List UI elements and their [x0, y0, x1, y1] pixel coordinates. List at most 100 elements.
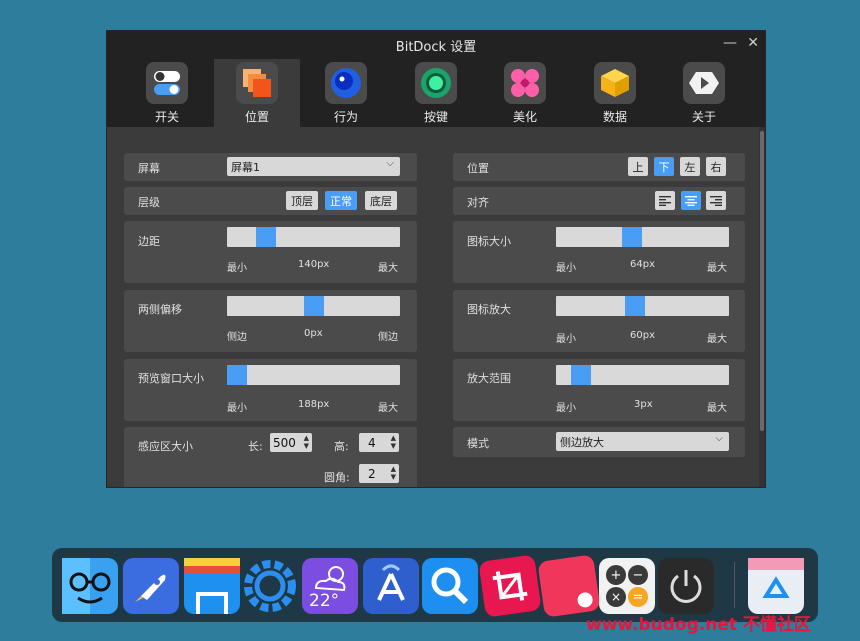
tab-switch[interactable]: 开关: [124, 59, 210, 127]
weather-icon[interactable]: 22°: [302, 558, 358, 614]
align-left-button[interactable]: [655, 191, 675, 210]
preview-size-slider[interactable]: [227, 365, 400, 385]
position-top-button[interactable]: 上: [628, 157, 648, 176]
tab-data[interactable]: 数据: [572, 59, 658, 127]
slider-thumb[interactable]: [227, 365, 247, 385]
tab-label: 数据: [602, 110, 627, 124]
tab-label: 行为: [333, 110, 358, 124]
tab-about[interactable]: 关于: [661, 59, 747, 127]
margin-max-label: 最大: [378, 263, 398, 274]
align-center-button[interactable]: [681, 191, 701, 210]
position-right-button[interactable]: 右: [706, 157, 726, 176]
weather-temperature: 22°: [309, 591, 340, 611]
sensing-long-label: 长:: [248, 440, 263, 453]
crop-icon[interactable]: [478, 554, 542, 618]
title-bar: BitDock 设置 — ✕: [107, 31, 765, 59]
bubble-icon: [325, 62, 367, 104]
preview-size-label: 预览窗口大小: [138, 372, 204, 385]
margin-min-label: 最小: [227, 263, 247, 274]
icon-size-label: 图标大小: [467, 235, 511, 248]
align-label: 对齐: [467, 196, 489, 209]
record-icon[interactable]: [537, 554, 601, 618]
slider-thumb[interactable]: [625, 296, 645, 316]
icon-zoom-row: 图标放大 最小 60px 最大: [453, 290, 745, 352]
mode-select-value: 侧边放大: [560, 435, 604, 449]
recycle-bin-icon[interactable]: [748, 558, 804, 614]
svg-text:+: +: [611, 568, 622, 583]
app-store-icon[interactable]: [363, 558, 419, 614]
sensing-long-value: 500: [273, 435, 296, 450]
preview-min-label: 最小: [227, 403, 247, 414]
icon-zoom-value: 60px: [630, 330, 655, 341]
spin-arrows-icon[interactable]: ▲ ▼: [304, 434, 309, 450]
tab-label: 美化: [512, 110, 537, 124]
tab-label: 位置: [244, 110, 269, 124]
mode-row: 模式 侧边放大 ⌵: [453, 427, 745, 457]
zoom-range-slider[interactable]: [556, 365, 729, 385]
screen-label: 屏幕: [138, 162, 160, 175]
offset-min-label: 侧边: [227, 332, 247, 343]
window-title: BitDock 设置: [395, 39, 477, 55]
icon-zoom-label: 图标放大: [467, 303, 511, 316]
chevron-down-icon: ⌵: [386, 158, 394, 169]
sensing-long-input[interactable]: 500 ▲ ▼: [270, 433, 312, 452]
margin-slider[interactable]: [227, 227, 400, 247]
scrollbar-thumb[interactable]: [760, 131, 764, 431]
level-label: 层级: [138, 196, 160, 209]
icon-size-max-label: 最大: [707, 263, 727, 274]
offset-value: 0px: [304, 328, 323, 339]
close-button[interactable]: ✕: [747, 35, 759, 51]
level-normal-button[interactable]: 正常: [325, 191, 357, 210]
tab-behavior[interactable]: 行为: [303, 59, 389, 127]
tab-beautify[interactable]: 美化: [482, 59, 568, 127]
level-bottom-button[interactable]: 底层: [365, 191, 397, 210]
power-icon[interactable]: [658, 558, 714, 614]
ring-button-icon: [415, 62, 457, 104]
spin-arrows-icon[interactable]: ▲ ▼: [391, 434, 396, 450]
watermark-text: www.budog.net 不懂社区: [586, 615, 811, 635]
settings-gear-icon[interactable]: [242, 558, 298, 614]
tab-label: 关于: [691, 110, 716, 124]
align-center-icon: [685, 195, 697, 206]
margin-label: 边距: [138, 235, 160, 248]
icon-zoom-min-label: 最小: [556, 334, 576, 345]
zoom-range-label: 放大范围: [467, 372, 511, 385]
screen-select[interactable]: 屏幕1 ⌵: [227, 157, 400, 176]
level-top-button[interactable]: 顶层: [286, 191, 318, 210]
spin-arrows-icon[interactable]: ▲ ▼: [391, 465, 396, 481]
icon-size-slider[interactable]: [556, 227, 729, 247]
dock-separator: [734, 562, 735, 608]
icon-zoom-slider[interactable]: [556, 296, 729, 316]
sensing-radius-value: 2: [368, 466, 376, 481]
svg-text:=: =: [633, 590, 644, 605]
slider-thumb[interactable]: [304, 296, 324, 316]
sensing-radius-label: 圆角:: [324, 471, 350, 484]
calculator-icon[interactable]: + − × =: [599, 558, 655, 614]
position-bottom-button[interactable]: 下: [654, 157, 674, 176]
position-left-button[interactable]: 左: [680, 157, 700, 176]
sensing-radius-input[interactable]: 2 ▲ ▼: [359, 464, 399, 483]
slider-thumb[interactable]: [256, 227, 276, 247]
finder-face-icon[interactable]: [62, 558, 118, 614]
mode-select[interactable]: 侧边放大 ⌵: [556, 432, 729, 451]
align-right-button[interactable]: [706, 191, 726, 210]
tab-keys[interactable]: 按键: [393, 59, 479, 127]
svg-text:×: ×: [611, 590, 621, 604]
icon-zoom-max-label: 最大: [707, 334, 727, 345]
level-row: 层级 顶层 正常 底层: [124, 187, 417, 215]
minimize-button[interactable]: —: [723, 35, 737, 51]
slider-thumb[interactable]: [571, 365, 591, 385]
screen-select-value: 屏幕1: [231, 160, 260, 174]
tab-position[interactable]: 位置: [214, 59, 300, 127]
search-icon[interactable]: [422, 558, 478, 614]
position-row: 位置 上 下 左 右: [453, 153, 745, 181]
offset-slider[interactable]: [227, 296, 400, 316]
rocket-icon[interactable]: [123, 558, 179, 614]
slider-thumb[interactable]: [622, 227, 642, 247]
preview-size-row: 预览窗口大小 最小 188px 最大: [124, 359, 417, 421]
files-icon[interactable]: [184, 558, 240, 614]
sensing-high-input[interactable]: 4 ▲ ▼: [359, 433, 399, 452]
hexagon-icon: [683, 62, 725, 104]
margin-value: 140px: [298, 259, 330, 270]
sensing-high-label: 高:: [334, 440, 349, 453]
